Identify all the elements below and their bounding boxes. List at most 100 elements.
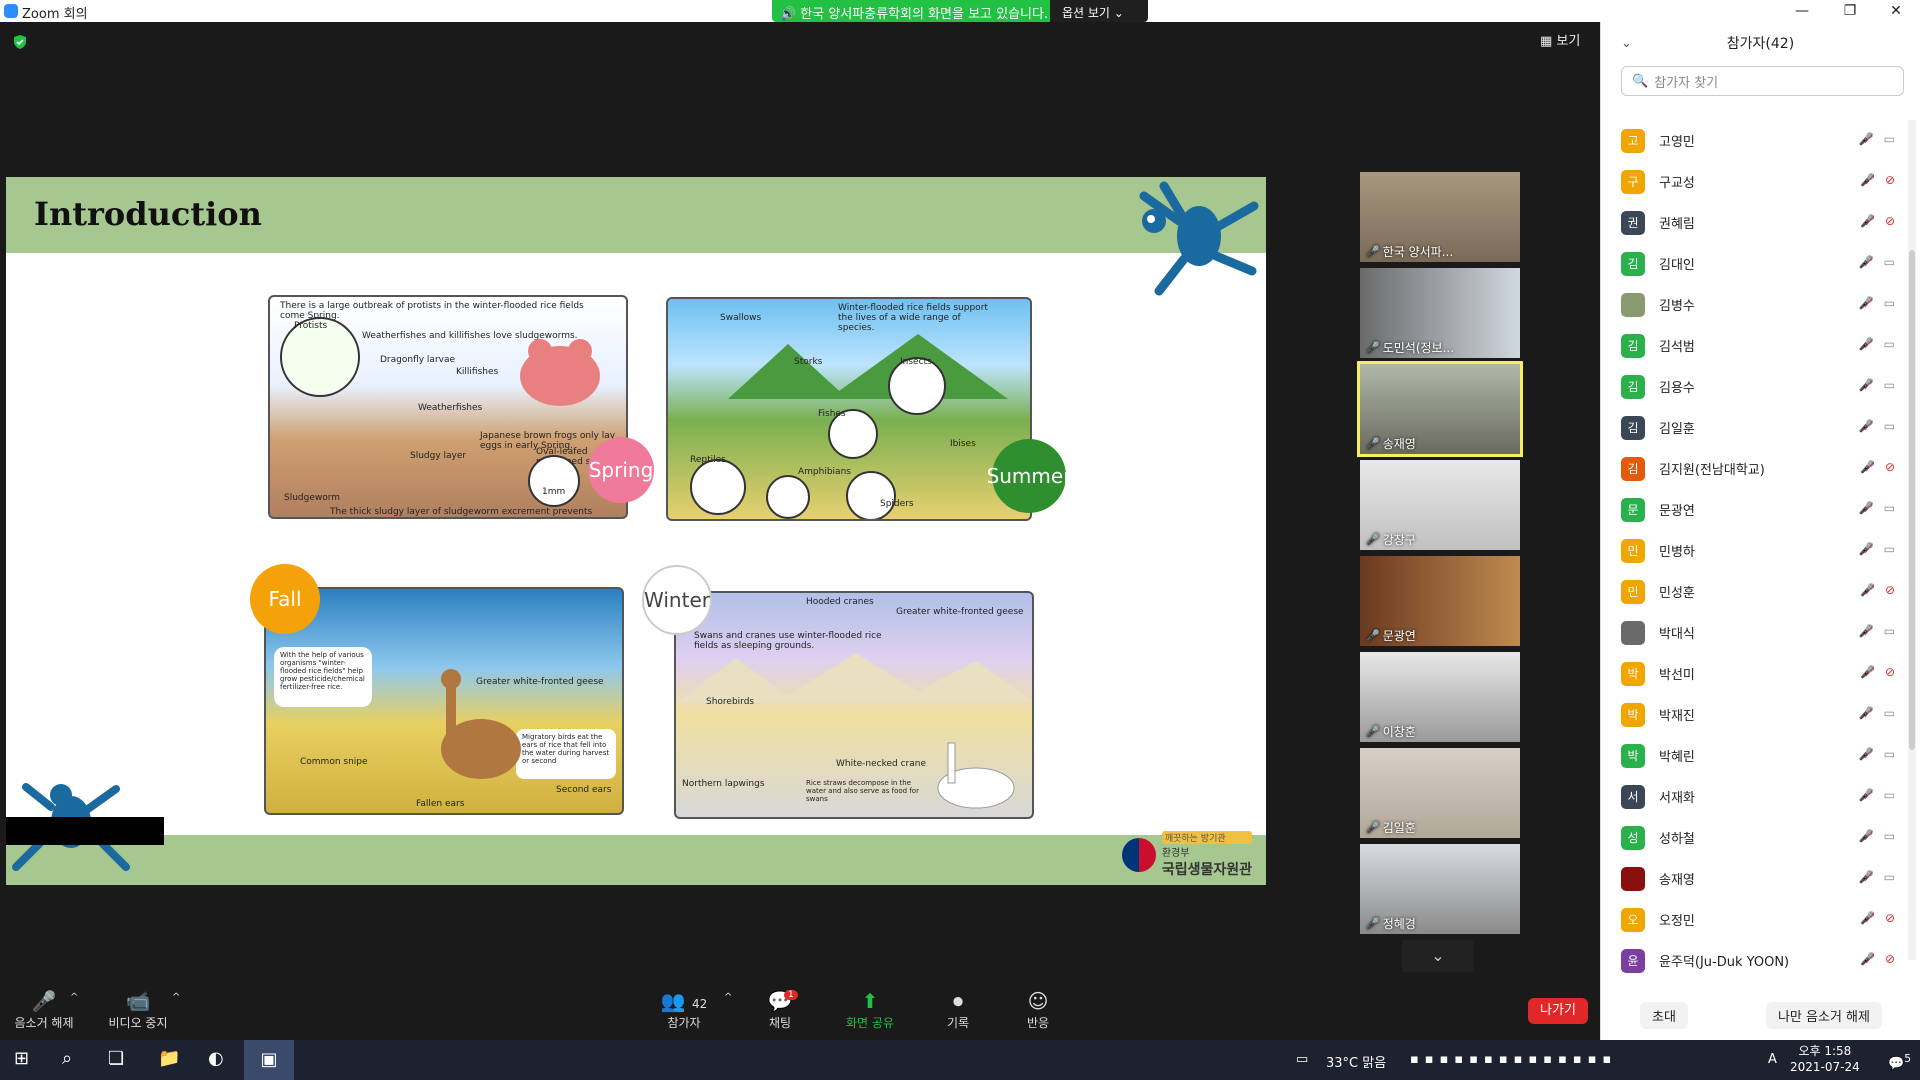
participant-search-input[interactable]: 🔍 참가자 찾기 xyxy=(1621,66,1904,96)
system-tray-icons[interactable]: ▪▪▪▪▪▪▪▪▪▪▪▪▪▪ xyxy=(1410,1052,1617,1067)
ime-icon[interactable]: A xyxy=(1768,1052,1777,1067)
participant-row[interactable]: 문 문광연 🎤̸ ▭ xyxy=(1601,489,1901,530)
participant-row[interactable]: 박 박선미 🎤̸ ⊘ xyxy=(1601,653,1901,694)
redacted-block xyxy=(6,817,164,845)
video-options-caret[interactable]: ^ xyxy=(172,992,180,1003)
participant-row[interactable]: 김 김대인 🎤̸ ▭ xyxy=(1601,243,1901,284)
participant-row[interactable]: 김 김지원(전남대학교) 🎤̸ ⊘ xyxy=(1601,448,1901,489)
collapse-panel-icon[interactable]: ⌄ xyxy=(1621,22,1632,66)
participant-row[interactable]: 김 김용수 🎤̸ ▭ xyxy=(1601,366,1901,407)
muted-mic-icon: 🎤̸ xyxy=(1858,378,1874,392)
video-tile[interactable]: 🎤 도민석(정보... xyxy=(1360,268,1520,358)
search-icon: 🔍 xyxy=(1632,73,1649,89)
muted-mic-icon: 🎤̸ xyxy=(1858,747,1874,761)
participants-panel-footer: 초대 나만 음소거 해제 xyxy=(1601,990,1920,1040)
participants-button[interactable]: 👥 42 참가자 xyxy=(654,988,714,1031)
tile-name: 문광연 xyxy=(1382,629,1416,643)
participant-row[interactable]: 고 고영민 🎤̸ ▭ xyxy=(1601,120,1901,161)
video-camera-icon: ▭ xyxy=(1883,501,1895,515)
leave-meeting-button[interactable]: 나가기 xyxy=(1528,998,1588,1024)
participant-name: 윤주덕(Ju-Duk YOON) xyxy=(1659,955,1790,970)
participant-row[interactable]: 김 김석범 🎤̸ ▭ xyxy=(1601,325,1901,366)
video-tile[interactable]: 🎤 한국 양서파... xyxy=(1360,172,1520,262)
muted-mic-icon: 🎤 xyxy=(1366,341,1380,354)
close-icon[interactable]: ✕ xyxy=(1874,0,1918,22)
file-explorer-icon[interactable]: 📁 xyxy=(158,1048,180,1069)
video-tile[interactable]: 🎤 문광연 xyxy=(1360,556,1520,646)
participant-row[interactable]: 송재영 🎤̸ ▭ xyxy=(1601,858,1901,899)
participant-status-icons: 🎤̸ ▭ xyxy=(1859,501,1895,515)
gallery-scroll-down-button[interactable]: ⌄ xyxy=(1402,940,1474,972)
participant-row[interactable]: 박 박재진 🎤̸ ▭ xyxy=(1601,694,1901,735)
zoom-taskbar-icon[interactable]: ▣ xyxy=(244,1040,294,1080)
participant-list-scroll-thumb[interactable] xyxy=(1909,250,1915,750)
winter-label: Hooded cranes xyxy=(806,597,874,607)
muted-mic-icon: 🎤 xyxy=(1366,917,1380,930)
participants-options-caret[interactable]: ^ xyxy=(724,992,732,1003)
participant-row[interactable]: 박 박혜린 🎤̸ ▭ xyxy=(1601,735,1901,776)
share-screen-button[interactable]: ⬆ 화면 공유 xyxy=(840,988,900,1031)
weather-icon[interactable]: ▭ xyxy=(1296,1052,1308,1067)
reactions-button[interactable]: ☺ 반응 xyxy=(1020,988,1056,1031)
windows-start-icon[interactable]: ⊞ xyxy=(14,1048,29,1069)
video-camera-icon: ▭ xyxy=(1883,378,1895,392)
video-camera-icon: ▭ xyxy=(1883,747,1895,761)
participant-row[interactable]: 서 서재화 🎤̸ ▭ xyxy=(1601,776,1901,817)
chat-button[interactable]: 💬 1 채팅 xyxy=(762,988,798,1031)
restore-icon[interactable]: ❐ xyxy=(1828,0,1872,22)
participant-name: 김석범 xyxy=(1659,340,1695,355)
participants-panel-title: 참가자(42) xyxy=(1726,36,1795,52)
participant-row[interactable]: 구 구교성 🎤̸ ⊘ xyxy=(1601,161,1901,202)
participant-row[interactable]: 민 민병하 🎤̸ ▭ xyxy=(1601,530,1901,571)
spring-panel: There is a large outbreak of protists in… xyxy=(268,295,628,519)
participant-status-icons: 🎤̸ ▭ xyxy=(1859,829,1895,843)
participants-panel-header: ⌄ 참가자(42) xyxy=(1601,22,1920,66)
security-shield-icon[interactable] xyxy=(12,34,28,50)
mountains-icon xyxy=(728,334,1008,399)
participant-row[interactable]: 윤 윤주덕(Ju-Duk YOON) 🎤̸ ⊘ xyxy=(1601,940,1901,981)
system-clock[interactable]: 오후 1:58 2021-07-24 xyxy=(1790,1043,1860,1075)
task-view-icon[interactable]: ❏ xyxy=(108,1048,124,1069)
winter-panel: Hooded cranes Greater white-fronted gees… xyxy=(674,591,1034,819)
participant-row[interactable]: 권 권혜림 🎤̸ ⊘ xyxy=(1601,202,1901,243)
avatar: 민 xyxy=(1621,538,1645,563)
audio-options-caret[interactable]: ^ xyxy=(70,992,78,1003)
notification-icon[interactable]: 💬5 xyxy=(1888,1052,1911,1071)
avatar: 민 xyxy=(1621,579,1645,604)
video-tile[interactable]: 🎤 김일훈 xyxy=(1360,748,1520,838)
muted-mic-icon: 🎤 xyxy=(1366,533,1380,546)
window-title: Zoom 회의 xyxy=(22,7,88,22)
search-icon[interactable]: ⌕ xyxy=(62,1048,72,1069)
summer-label: Swallows xyxy=(720,313,762,323)
participant-row[interactable]: 김 김일훈 🎤̸ ▭ xyxy=(1601,407,1901,448)
participant-row[interactable]: 박대식 🎤̸ ▭ xyxy=(1601,612,1901,653)
participant-row[interactable]: 김병수 🎤̸ ▭ xyxy=(1601,284,1901,325)
summer-label: Spiders xyxy=(880,499,914,509)
stop-video-button[interactable]: 📹 비디오 중지 xyxy=(106,988,170,1031)
windows-taskbar: ⊞ ⌕ ❏ 📁 ◐ ▣ ▭ 33°C 맑음 ▪▪▪▪▪▪▪▪▪▪▪▪▪▪ A 오… xyxy=(0,1040,1920,1080)
video-tile[interactable]: 🎤 이창훈 xyxy=(1360,652,1520,742)
view-options-button[interactable]: 옵션 보기 ⌄ xyxy=(1050,0,1148,22)
unmute-me-button[interactable]: 나만 음소거 해제 xyxy=(1765,1001,1882,1029)
invite-button[interactable]: 초대 xyxy=(1640,1001,1688,1029)
snowy-mountains-icon xyxy=(676,653,1032,703)
participant-row[interactable]: 오 오정민 🎤̸ ⊘ xyxy=(1601,899,1901,940)
avatar xyxy=(1621,866,1645,891)
winter-label: Shorebirds xyxy=(706,697,755,707)
muted-mic-icon: 🎤̸ xyxy=(1858,788,1874,802)
video-tile-active-speaker[interactable]: 🎤 송재영 xyxy=(1357,361,1523,457)
view-layout-button[interactable]: ▦ 보기 xyxy=(1540,30,1580,49)
minimize-icon[interactable]: — xyxy=(1780,0,1824,22)
participant-row[interactable]: 민 민성훈 🎤̸ ⊘ xyxy=(1601,571,1901,612)
muted-mic-icon: 🎤 xyxy=(1366,245,1380,258)
participant-row[interactable]: 성 성하철 🎤̸ ▭ xyxy=(1601,817,1901,858)
meeting-area: ▦ 보기 Introduction There is a large outbr… xyxy=(0,22,1600,982)
record-button[interactable]: ⏺ 기록 xyxy=(940,988,976,1031)
weather-text[interactable]: 33°C 맑음 xyxy=(1326,1052,1386,1071)
edge-browser-icon[interactable]: ◐ xyxy=(208,1048,224,1069)
video-camera-icon: ▭ xyxy=(1883,337,1895,351)
video-tile[interactable]: 🎤 정혜경 xyxy=(1360,844,1520,934)
video-tile[interactable]: 🎤 강창구 xyxy=(1360,460,1520,550)
muted-mic-icon: 🎤̸ xyxy=(1858,829,1874,843)
unmute-button[interactable]: 🎤 음소거 해제 xyxy=(12,988,76,1031)
